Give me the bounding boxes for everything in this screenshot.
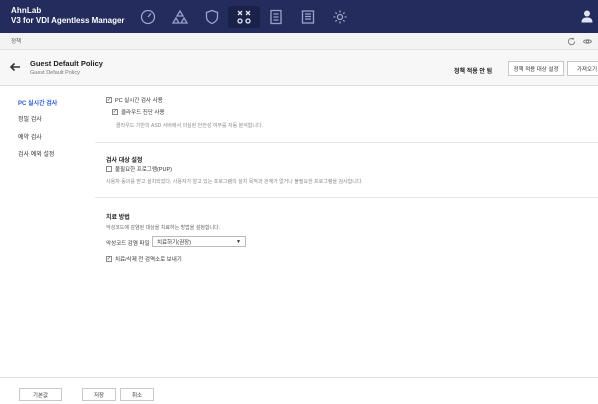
footer-bar: 기본값 저장 취소 xyxy=(0,377,598,404)
sidebar-item-scheduled-scan[interactable]: 예약 검사 xyxy=(18,132,42,141)
brand-logo[interactable]: AhnLab V3 for VDI Agentless Manager xyxy=(11,6,125,26)
main-nav xyxy=(132,6,356,28)
save-button[interactable]: 저장 xyxy=(82,388,116,401)
breadcrumb[interactable]: 정책 xyxy=(11,37,21,45)
section-divider xyxy=(95,142,598,143)
set-apply-target-button[interactable]: 정책 적용 대상 설정 xyxy=(508,61,564,76)
agents-icon[interactable] xyxy=(164,6,196,28)
policy-title: Guest Default Policy xyxy=(30,59,103,68)
top-navigation-bar: AhnLab V3 for VDI Agentless Manager xyxy=(0,0,598,33)
quarantine-label: 치료/삭제 전 검역소로 보내기 xyxy=(115,257,182,263)
policy-shield-icon[interactable] xyxy=(196,6,228,28)
default-button[interactable]: 기본값 xyxy=(19,388,62,401)
logs-icon[interactable] xyxy=(292,6,324,28)
realtime-enable-checkbox[interactable]: ✓ xyxy=(106,97,112,103)
pup-label: 불필요한 프로그램(PUP) xyxy=(115,167,172,173)
sidebar-item-realtime-scan[interactable]: PC 실시간 검사 xyxy=(18,98,57,107)
policy-sidebar: PC 실시간 검사 정밀 검사 예약 검사 검사 예외 설정 xyxy=(0,87,95,377)
cancel-button[interactable]: 취소 xyxy=(120,388,154,401)
back-arrow-icon[interactable] xyxy=(9,60,21,72)
cloud-scan-row[interactable]: ✓ 클라우드 진단 사용 xyxy=(112,108,165,116)
treatment-description: 악성코드에 감염된 대상을 치료하는 방법을 설정합니다. xyxy=(106,225,221,231)
sidebar-item-precise-scan[interactable]: 정밀 검사 xyxy=(18,114,42,123)
infected-file-select-value: 치료하기(권장) xyxy=(157,239,192,246)
reports-icon[interactable] xyxy=(260,6,292,28)
pup-row[interactable]: 불필요한 프로그램(PUP) xyxy=(106,165,172,173)
chevron-down-icon: ▼ xyxy=(236,239,241,245)
sidebar-item-scan-exceptions[interactable]: 검사 예외 설정 xyxy=(18,149,54,158)
breadcrumb-bar: 정책 xyxy=(0,33,598,50)
refresh-icon[interactable] xyxy=(566,36,576,46)
pup-description: 사용자 동의를 받고 설치되었다, 사용자가 알고 있는 프로그램의 설치 목적… xyxy=(106,179,363,185)
cloud-scan-checkbox[interactable]: ✓ xyxy=(112,109,118,115)
realtime-enable-row[interactable]: ✓ PC 실시간 검사 사용 xyxy=(106,96,163,104)
infected-file-select[interactable]: 치료하기(권장) ▼ xyxy=(152,236,246,247)
user-account-icon[interactable] xyxy=(580,9,594,23)
treatment-title: 치료 방법 xyxy=(106,215,130,221)
tasks-icon[interactable] xyxy=(228,6,260,28)
apply-status-label: 정책 적용 안 됨 xyxy=(454,69,493,75)
cloud-scan-label: 클라우드 진단 사용 xyxy=(121,110,165,116)
policy-subtitle: Guest Default Policy xyxy=(30,70,80,76)
brand-product: V3 for VDI Agentless Manager xyxy=(11,16,125,25)
policy-header: Guest Default Policy Guest Default Polic… xyxy=(0,50,598,86)
breadcrumb-tools xyxy=(566,36,592,46)
settings-gear-icon[interactable] xyxy=(324,6,356,28)
scan-target-title: 검사 대상 설정 xyxy=(106,158,143,164)
cloud-scan-description: 클라우드 기반의 ASD 서버에서 의심된 안전성 여부를 자동 분석합니다. xyxy=(116,123,263,129)
infected-file-label: 악성코드 감염 파일 xyxy=(106,241,150,247)
section-divider xyxy=(95,197,598,198)
pup-checkbox[interactable] xyxy=(106,166,112,172)
brand-company: AhnLab xyxy=(11,6,42,15)
realtime-enable-label: PC 실시간 검사 사용 xyxy=(115,98,163,104)
quarantine-row[interactable]: ✓ 치료/삭제 전 검역소로 보내기 xyxy=(106,255,182,263)
quarantine-checkbox[interactable]: ✓ xyxy=(106,256,112,262)
view-eye-icon[interactable] xyxy=(582,36,592,46)
import-button[interactable]: 가져오기 xyxy=(567,61,598,76)
dashboard-icon[interactable] xyxy=(132,6,164,28)
